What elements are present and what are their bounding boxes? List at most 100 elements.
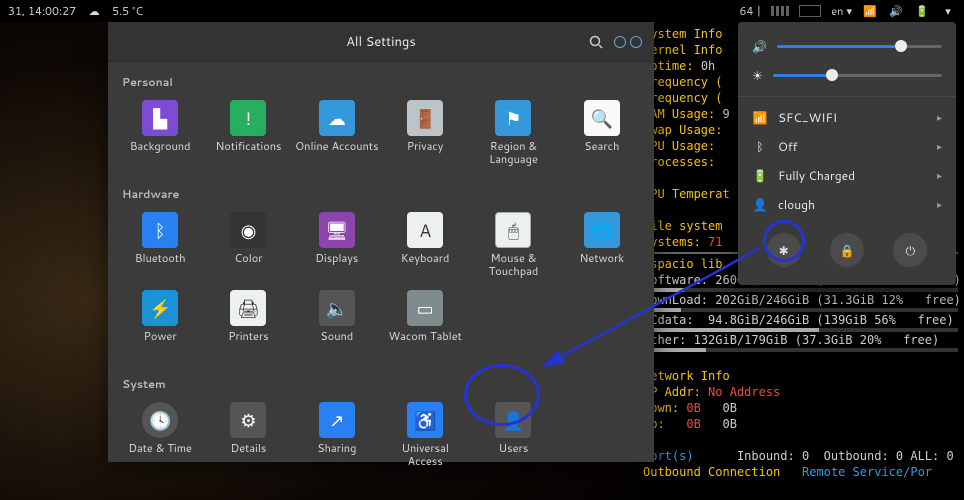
down-v1: 0B xyxy=(686,401,700,415)
volume-slider[interactable] xyxy=(777,45,942,48)
section-personal-label: Personal xyxy=(108,62,654,96)
wifi-menu-item[interactable]: 📶SFC_WIFI▸ xyxy=(738,103,956,132)
user-menu-item[interactable]: 👤clough▸ xyxy=(738,190,956,219)
ports-in: Inbound: 0 xyxy=(737,449,809,463)
volume-icon[interactable]: 🔊 xyxy=(888,3,904,19)
cloud-icon: ☁ xyxy=(319,100,355,136)
window-close-button[interactable] xyxy=(630,36,642,48)
power-button[interactable]: ⏻ xyxy=(893,233,927,267)
ip-val: No Address xyxy=(708,385,780,399)
settings-item-keyboard[interactable]: AKeyboard xyxy=(381,208,469,282)
settings-item-mouse-touchpad[interactable]: 🖱 Mouse & Touchpad xyxy=(469,208,557,282)
settings-item-sound[interactable]: 🔈Sound xyxy=(293,286,381,360)
freq2: Frequency ( xyxy=(643,91,722,105)
settings-item-online-accounts[interactable]: ☁Online Accounts xyxy=(293,96,381,170)
weather-icon: ☁ xyxy=(86,3,102,19)
tablet-icon: ▭ xyxy=(407,290,443,326)
display-icon: 🖥 xyxy=(319,212,355,248)
battery-menu-item[interactable]: 🔋 Fully Charged ▸ xyxy=(738,161,956,190)
bluetooth-menu-item[interactable]: ᛒOff▸ xyxy=(738,132,956,161)
user-icon: 👤 xyxy=(495,402,531,438)
bluetooth-label: Off xyxy=(778,138,798,155)
search-button[interactable] xyxy=(586,32,606,52)
wifi-icon[interactable]: 📶 xyxy=(862,3,878,19)
power-icon: ⏻ xyxy=(906,242,916,259)
item-label: Region & Language xyxy=(471,140,555,166)
settings-window: All Settings Personal ▙Background ! Notif… xyxy=(108,22,654,462)
settings-item-sharing[interactable]: ↗Sharing xyxy=(293,398,381,472)
flag-icon: ⚑ xyxy=(495,100,531,136)
user-label: clough xyxy=(778,196,815,213)
item-label: Keyboard xyxy=(401,252,450,278)
chevron-right-icon: ▸ xyxy=(937,140,942,154)
settings-item-color[interactable]: ◉ Color xyxy=(204,208,292,282)
sysinfo-hdr: System Info xyxy=(643,27,722,41)
brightness-icon: ☀ xyxy=(752,67,763,84)
system-menu-popup: 🔊 ☀ 📶SFC_WIFI▸ ᛒOff▸ 🔋Fully Charged▸ 👤cl… xyxy=(738,22,956,285)
item-label: Power xyxy=(144,330,177,356)
settings-item-network[interactable]: 🌐 Network xyxy=(558,208,646,282)
brightness-slider[interactable] xyxy=(773,74,942,77)
settings-item-printers[interactable]: 🖨Printers xyxy=(204,286,292,360)
settings-item-details[interactable]: ⚙Details xyxy=(204,398,292,472)
cpu-bars-icon xyxy=(771,6,789,16)
keyboard-layout-indicator[interactable]: en ▾ xyxy=(831,3,852,19)
brightness-slider-row: ☀ xyxy=(738,61,956,90)
lock-button[interactable]: 🔒 xyxy=(830,233,864,267)
settings-item-notifications[interactable]: ! Notifications xyxy=(204,96,292,170)
item-label: Mouse & Touchpad xyxy=(471,252,555,278)
background-icon: ▙ xyxy=(142,100,178,136)
item-label: Printers xyxy=(228,330,268,356)
bluetooth-icon: ᛒ xyxy=(142,212,178,248)
person-icon: 👤 xyxy=(752,196,768,213)
settings-item-bluetooth[interactable]: ᛒ Bluetooth xyxy=(116,208,204,282)
settings-shortcut-button[interactable]: ✱ xyxy=(767,233,801,267)
search-icon xyxy=(588,34,604,50)
system-menu-toggle[interactable]: ▾ xyxy=(940,3,956,19)
mouse-icon: 🖱 xyxy=(495,212,531,248)
settings-item-region-language[interactable]: ⚑ Region & Language xyxy=(469,96,557,170)
globe-icon: 🌐 xyxy=(584,212,620,248)
settings-item-displays[interactable]: 🖥 Displays xyxy=(293,208,381,282)
settings-item-wacom[interactable]: ▭ Wacom Tablet xyxy=(381,286,469,360)
outb-val: Remote Service/Por xyxy=(802,465,932,479)
window-minimize-button[interactable] xyxy=(614,36,626,48)
uptime-val: 0h xyxy=(701,59,715,73)
chevron-right-icon: ▸ xyxy=(937,169,942,183)
settings-item-power[interactable]: ⚡ Power xyxy=(116,286,204,360)
gear-icon: ⚙ xyxy=(230,402,266,438)
item-label: Color xyxy=(234,252,262,278)
notifications-icon: ! xyxy=(230,100,266,136)
share-icon: ↗ xyxy=(319,402,355,438)
volume-slider-row: 🔊 xyxy=(738,32,956,61)
fs-sys-v: 71 xyxy=(708,235,722,249)
settings-item-date-time[interactable]: 🕓Date & Time xyxy=(116,398,204,472)
item-label: Wacom Tablet xyxy=(389,330,462,356)
settings-item-background[interactable]: ▙Background xyxy=(116,96,204,170)
item-label: Notifications xyxy=(216,140,282,166)
settings-item-users[interactable]: 👤Users xyxy=(469,398,557,472)
ports-out: Outbound: 0 xyxy=(824,449,903,463)
item-label: Network xyxy=(580,252,625,278)
section-system-label: System xyxy=(108,364,654,398)
item-label: Bluetooth xyxy=(135,252,186,278)
magnifier-icon: 🔍 xyxy=(584,100,620,136)
settings-item-search[interactable]: 🔍Search xyxy=(558,96,646,170)
power-icon: ⚡ xyxy=(142,290,178,326)
disk2-text: 94.8GiB/246GiB (139GiB 56% free) xyxy=(701,313,954,327)
lock-icon: 🔒 xyxy=(840,242,855,259)
espacio-hdr: Espacio lib xyxy=(643,257,722,271)
settings-item-universal-access[interactable]: ♿Universal Access xyxy=(381,398,469,472)
ram-val: 9 xyxy=(722,107,729,121)
battery-icon: 🔋 xyxy=(752,167,768,184)
clock-text: 31, 14:00:27 xyxy=(8,3,76,19)
color-icon: ◉ xyxy=(230,212,266,248)
battery-label: Fully Charged xyxy=(778,167,855,184)
down-v2: 0B xyxy=(723,401,737,415)
settings-icon: ✱ xyxy=(779,242,789,259)
item-label: Displays xyxy=(315,252,358,278)
settings-header: All Settings xyxy=(108,22,654,62)
settings-item-privacy[interactable]: 🚪Privacy xyxy=(381,96,469,170)
swap-key: Swap Usage: xyxy=(643,123,722,137)
battery-icon[interactable]: 🔋 xyxy=(914,3,930,19)
